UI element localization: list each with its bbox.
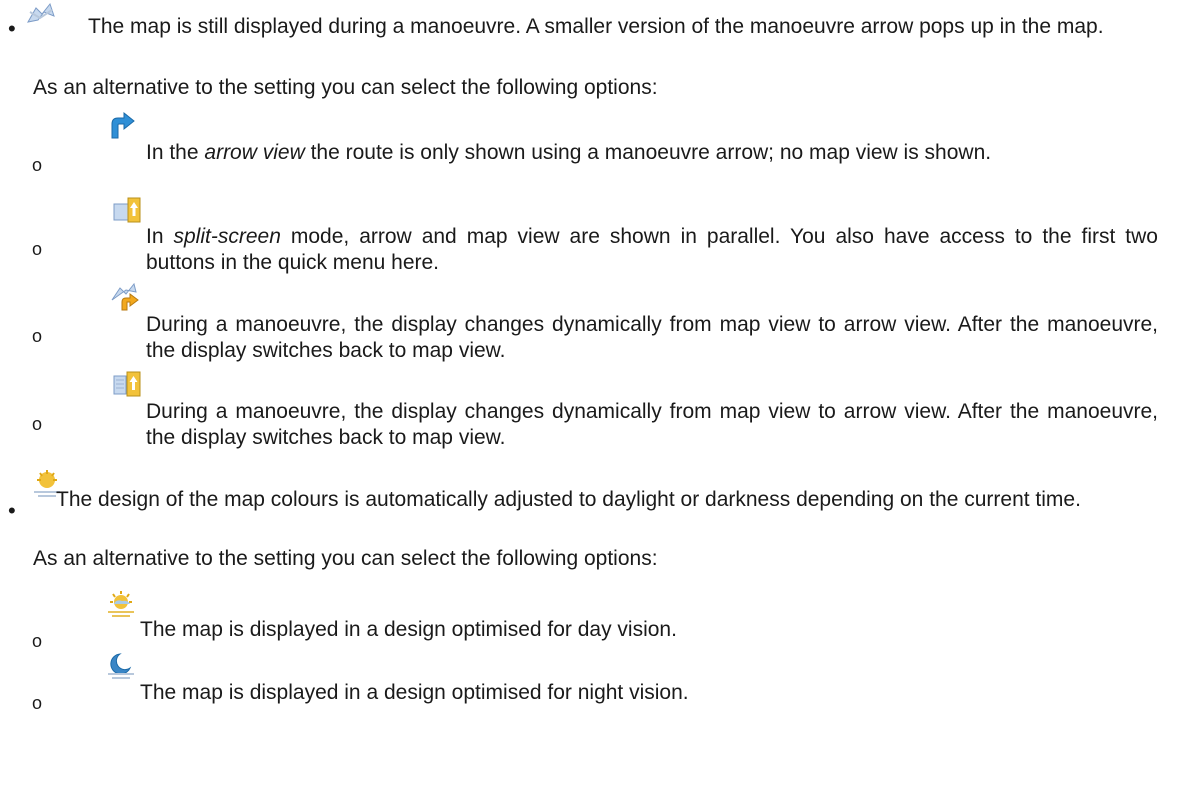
alternative-options-heading: As an alternative to the setting you can… [33, 547, 658, 570]
sub-bullet-marker: o [32, 155, 43, 175]
day-mode-icon [108, 591, 134, 617]
map-arrow-view-icon [27, 2, 55, 23]
option-day-mode-text: The map is displayed in a design optimis… [140, 618, 677, 641]
dynamic-arrow-view-icon [111, 282, 139, 311]
split-screen-icon [113, 197, 141, 223]
night-mode-icon [108, 653, 134, 679]
map-display-text: The map is still displayed during a mano… [88, 15, 1104, 38]
option-dynamic-arrow-view-text: During a manoeuvre, the display changes … [146, 313, 1158, 362]
option-dynamic-split-screen-text: During a manoeuvre, the display changes … [146, 400, 1158, 449]
arrow-view-icon [111, 111, 135, 139]
sub-bullet-marker: o [32, 631, 43, 651]
option-arrow-view-text: In the arrow view the route is only show… [146, 141, 992, 164]
sub-bullet-marker: o [32, 239, 43, 259]
bullet-marker: • [8, 498, 16, 523]
sub-bullet-marker: o [32, 326, 43, 346]
bullet-marker: • [8, 16, 16, 41]
alternative-options-heading: As an alternative to the setting you can… [33, 76, 658, 99]
dynamic-split-screen-icon [113, 371, 141, 397]
sub-bullet-marker: o [32, 414, 43, 434]
option-split-screen-text: In split-screen mode, arrow and map view… [146, 225, 1158, 274]
day-night-text: The design of the map colours is automat… [56, 488, 1081, 511]
sub-bullet-marker: o [32, 693, 43, 713]
option-night-mode-text: The map is displayed in a design optimis… [140, 681, 689, 704]
